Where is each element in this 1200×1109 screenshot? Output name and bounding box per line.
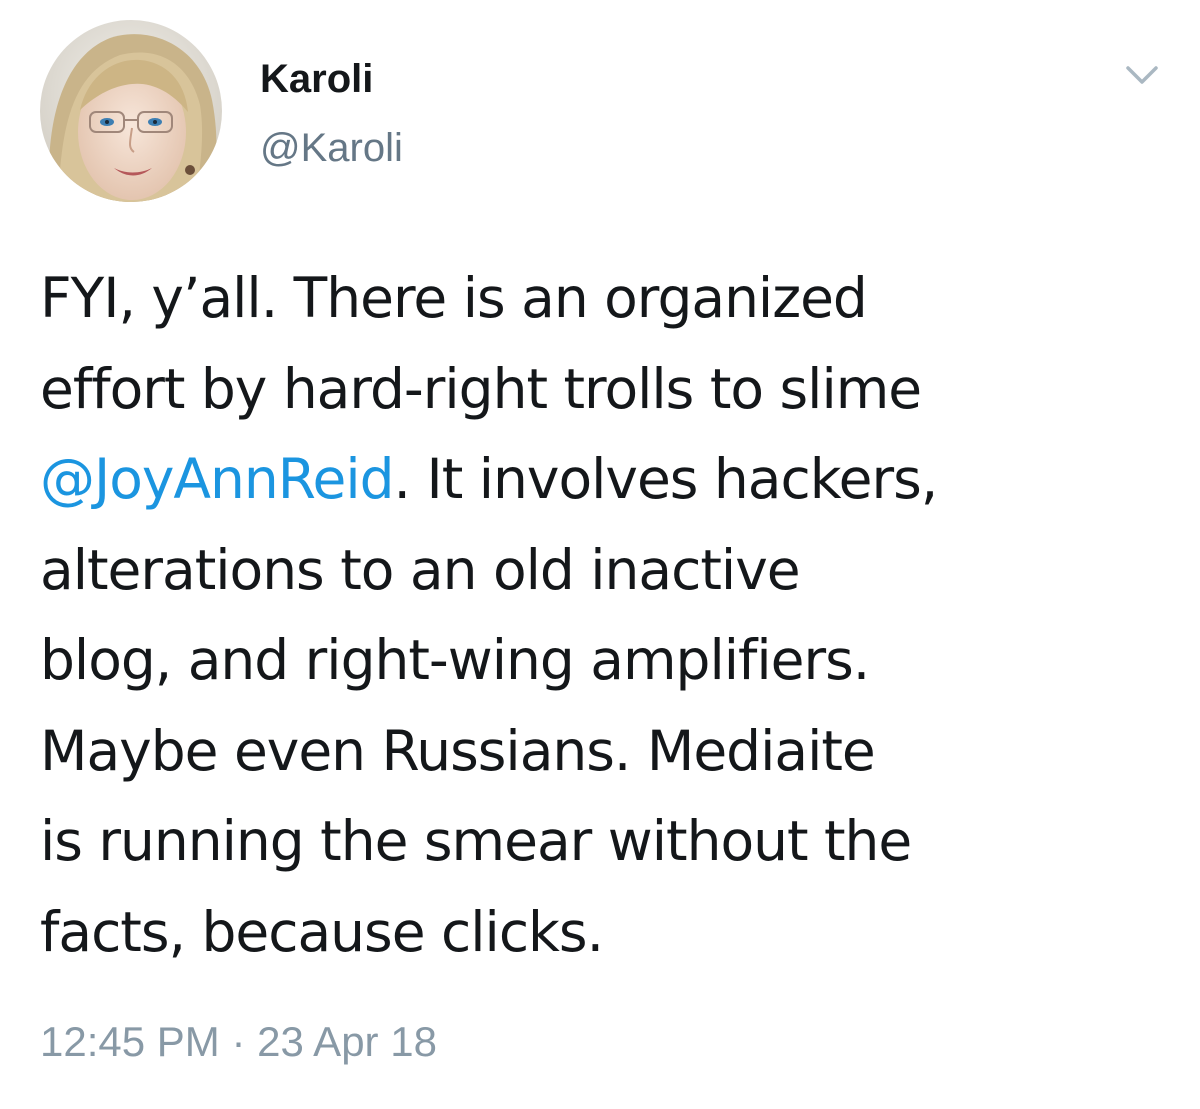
- tweet-text-line: @JoyAnnReid. It involves hackers,: [40, 434, 1180, 525]
- tweet-text-line: FYI, y’all. There is an organized: [40, 266, 868, 330]
- tweet-text: FYI, y’all. There is an organized effort…: [40, 253, 1180, 977]
- separator-dot: ·: [219, 1018, 258, 1065]
- tweet-text-line: blog, and right-wing amplifiers.: [40, 628, 870, 692]
- profile-photo-icon: [40, 20, 222, 202]
- tweet-card: Karoli @Karoli FYI, y’all. There is an o…: [0, 0, 1200, 1109]
- user-handle[interactable]: @Karoli: [260, 124, 403, 172]
- tweet-text-line: is running the smear without the: [40, 809, 912, 873]
- tweet-text-line: Maybe even Russians. Mediaite: [40, 718, 876, 783]
- tweet-text-line: alterations to an old inactive: [40, 537, 801, 602]
- tweet-text-line: facts, because clicks.: [40, 899, 604, 964]
- avatar[interactable]: [40, 20, 222, 202]
- chevron-down-icon[interactable]: [1120, 56, 1164, 92]
- mention-link[interactable]: @JoyAnnReid: [40, 447, 395, 511]
- tweet-date: 23 Apr 18: [257, 1018, 437, 1065]
- tweet-time: 12:45 PM: [40, 1018, 220, 1065]
- display-name[interactable]: Karoli: [260, 55, 373, 103]
- tweet-text-fragment: . It involves hackers,: [393, 447, 939, 511]
- tweet-text-line: effort by hard-right trolls to slime: [40, 356, 922, 421]
- tweet-timestamp[interactable]: 12:45 PM · 23 Apr 18: [40, 1016, 437, 1068]
